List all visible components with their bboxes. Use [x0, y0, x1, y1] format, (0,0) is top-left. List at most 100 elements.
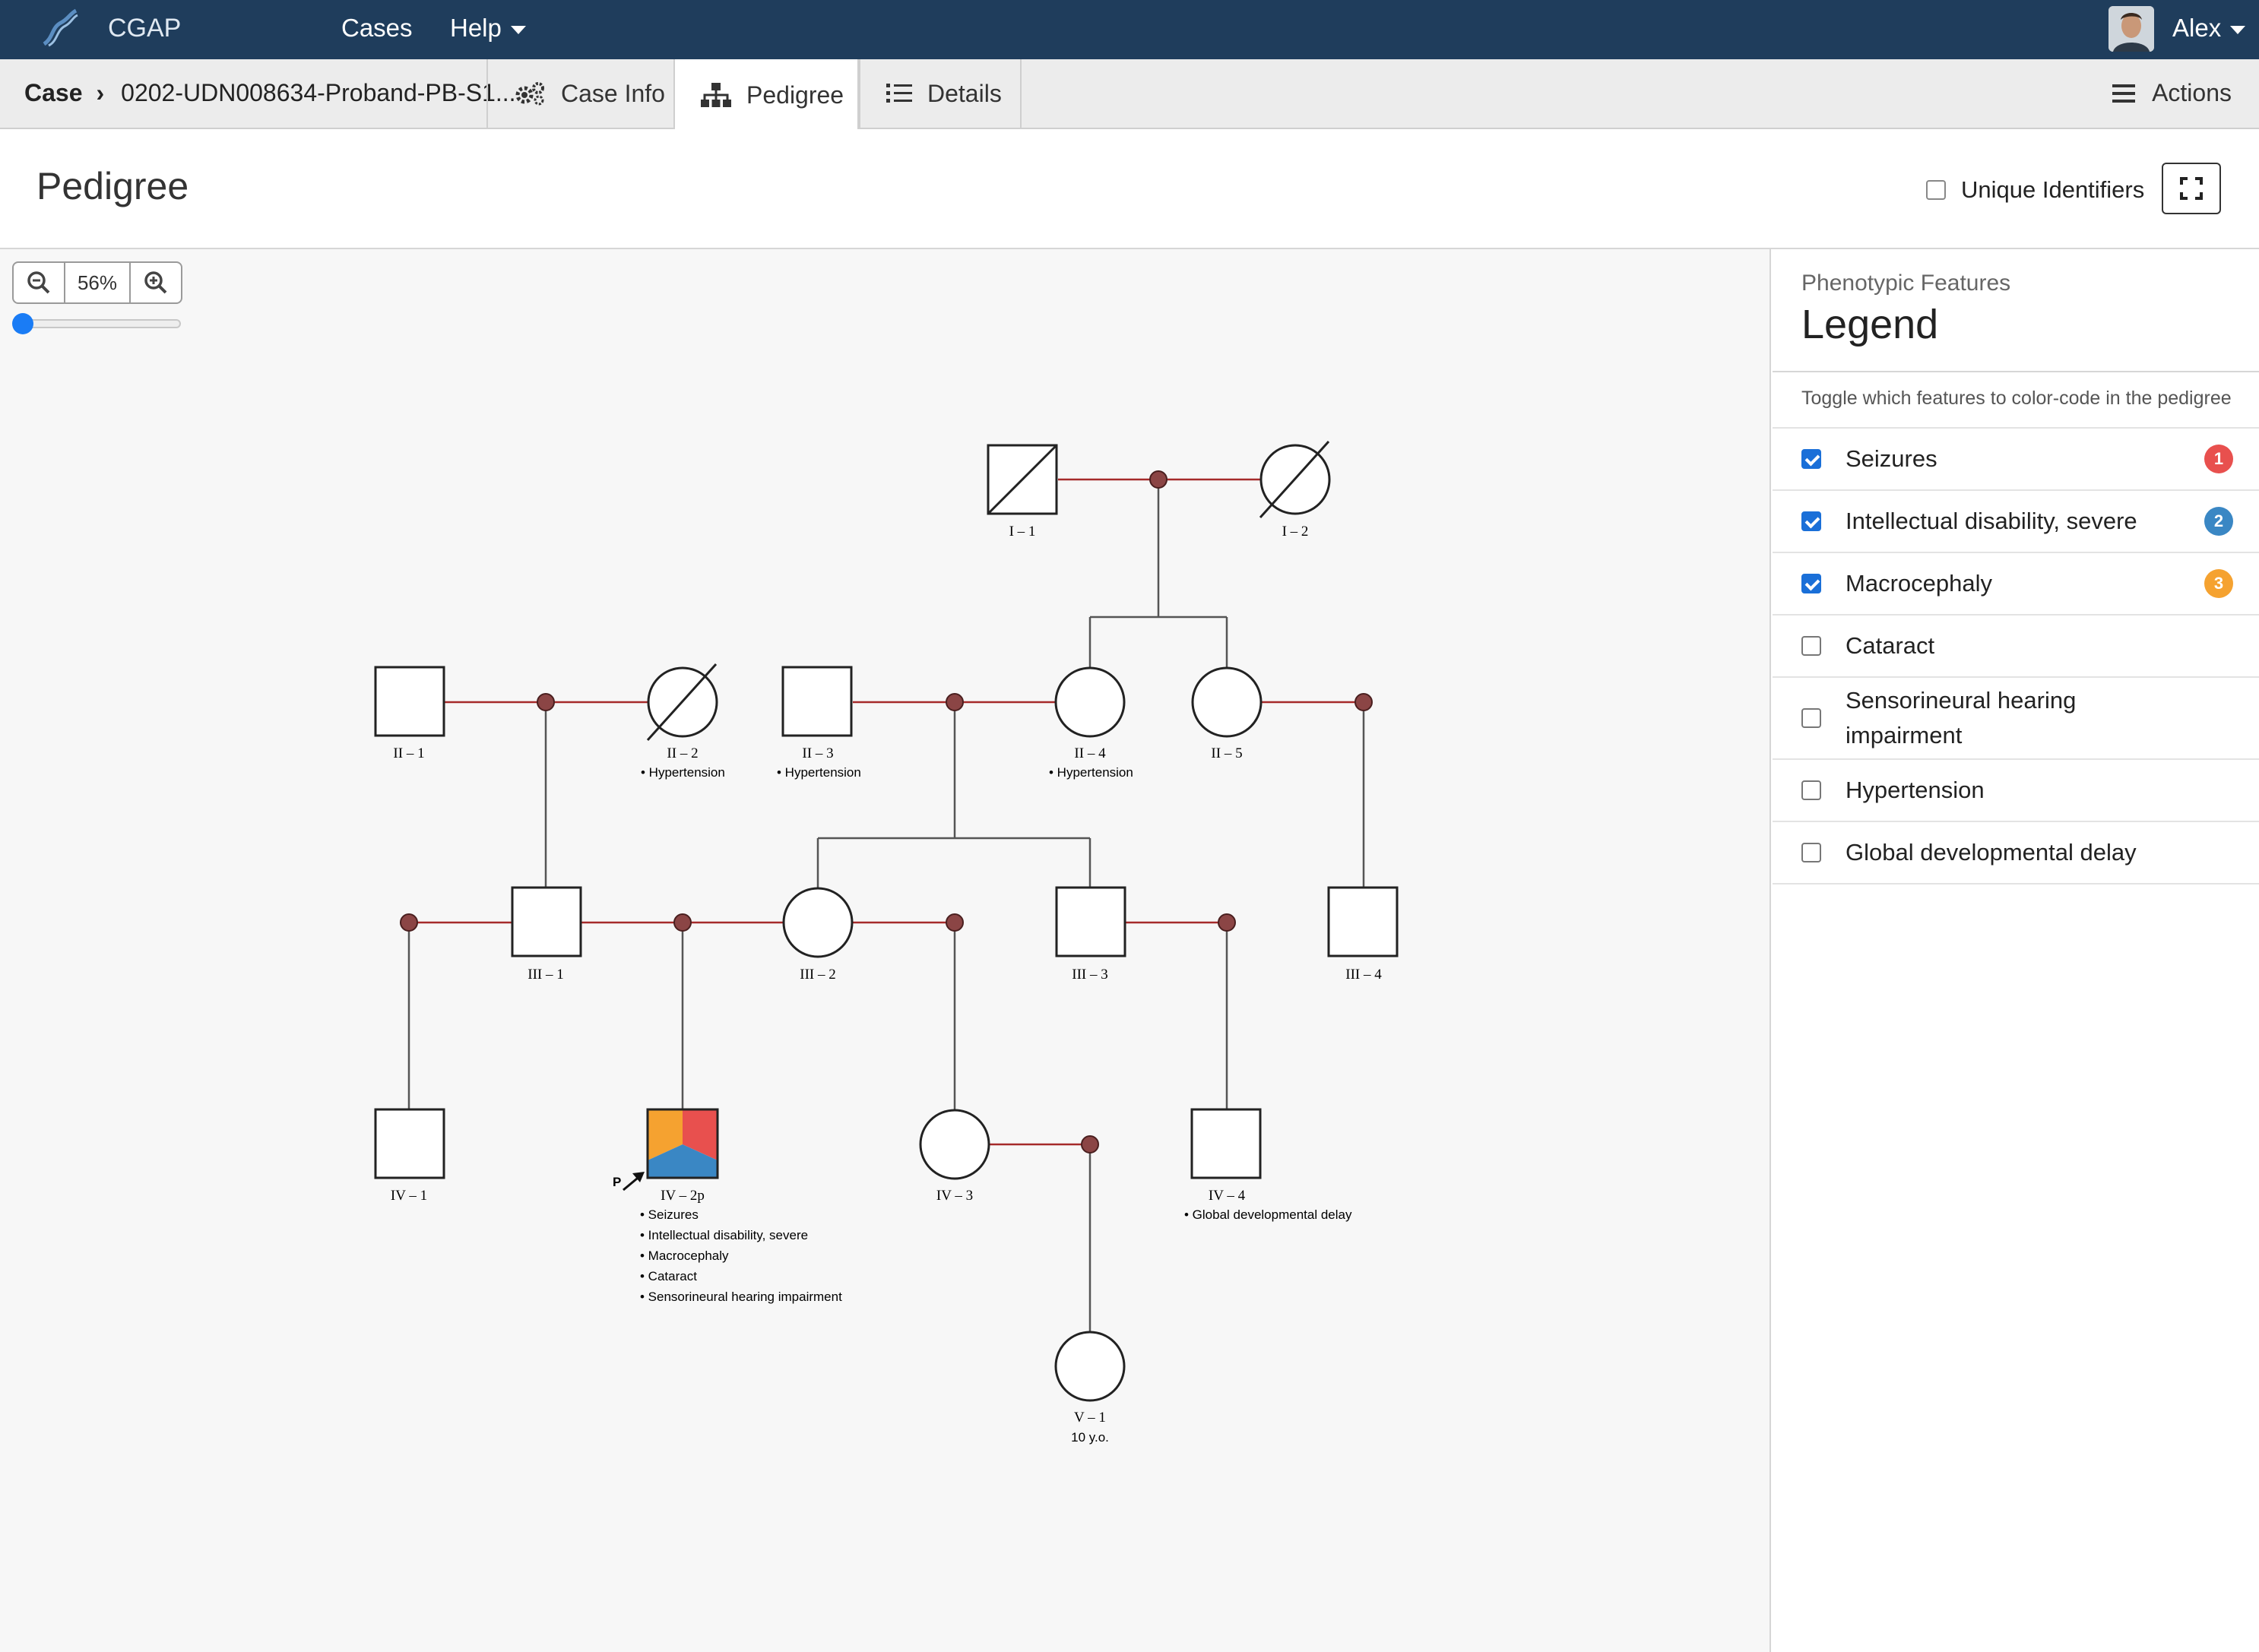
note-IV-2p-4: • Cataract	[640, 1269, 697, 1283]
page-title: Pedigree	[36, 165, 189, 207]
unique-identifiers-toggle[interactable]: Unique Identifiers	[1926, 176, 2144, 204]
brand-name[interactable]: CGAP	[108, 14, 181, 43]
individual-III-1[interactable]: III – 1	[511, 886, 582, 983]
proband-arrow-icon	[623, 1172, 645, 1192]
zoom-out-button[interactable]	[14, 263, 64, 302]
note-IV-2p-5: • Sensorineural hearing impairment	[640, 1290, 842, 1304]
user-name: Alex	[2172, 14, 2222, 42]
feature-badge: 3	[2204, 569, 2233, 598]
breadcrumb-root[interactable]: Case	[24, 79, 83, 106]
expand-icon	[2180, 177, 2203, 200]
feature-label: Cataract	[1846, 632, 1935, 659]
unique-identifiers-checkbox[interactable]	[1926, 180, 1946, 200]
feature-macrocephaly[interactable]: Macrocephaly 3	[1773, 553, 2259, 616]
list-icon	[886, 83, 912, 104]
avatar[interactable]	[2109, 6, 2154, 52]
zoom-slider[interactable]	[12, 313, 181, 334]
individual-III-4[interactable]: III – 4	[1327, 886, 1399, 983]
gears-icon	[514, 81, 546, 106]
feature-badge: 1	[2204, 445, 2233, 473]
feature-global-developmental-delay[interactable]: Global developmental delay	[1773, 822, 2259, 885]
individual-I-1[interactable]: I – 1	[987, 444, 1058, 540]
pedigree-canvas[interactable]: I – 1 I – 2 II – 1 II – 2 • Hypertension…	[0, 249, 1771, 1652]
legend-description: Toggle which features to color-code in t…	[1801, 388, 2232, 409]
tab-pedigree[interactable]: Pedigree	[673, 59, 859, 131]
user-menu[interactable]: Alex	[2172, 14, 2246, 43]
individual-IV-2p-proband[interactable]: P IV – 2p • Seizures • Intellectual disa…	[613, 1108, 842, 1304]
hamburger-icon	[2112, 84, 2136, 103]
individual-II-1[interactable]: II – 1	[374, 666, 445, 761]
feature-cataract[interactable]: Cataract	[1773, 616, 2259, 678]
feature-seizures[interactable]: Seizures 1	[1773, 429, 2259, 491]
individual-III-3[interactable]: III – 3	[1055, 886, 1126, 983]
tab-details-label: Details	[927, 79, 1002, 107]
individual-II-5[interactable]: II – 5	[1191, 666, 1263, 761]
breadcrumb: Case › 0202-UDN008634-Proband-PB-S1...	[24, 79, 516, 107]
cgap-logo-icon[interactable]	[38, 8, 81, 50]
tab-case-info-label: Case Info	[561, 79, 665, 107]
user-photo-icon	[2109, 6, 2154, 52]
label-IV-1: IV – 1	[391, 1188, 427, 1204]
label-I-2: I – 2	[1282, 524, 1309, 540]
zoom-level: 56%	[64, 263, 131, 302]
label-III-4: III – 4	[1345, 967, 1382, 983]
nav-help[interactable]: Help	[450, 14, 526, 43]
feature-checkbox[interactable]	[1801, 511, 1821, 531]
note-II-3: • Hypertension	[777, 765, 861, 780]
zoom-in-icon	[144, 271, 167, 294]
feature-label: Macrocephaly	[1846, 570, 1992, 597]
nav-cases[interactable]: Cases	[341, 14, 413, 43]
breadcrumb-case-id[interactable]: 0202-UDN008634-Proband-PB-S1...	[121, 79, 515, 106]
individual-IV-4[interactable]: IV – 4 • Global developmental delay	[1184, 1108, 1352, 1222]
feature-list: Seizures 1 Intellectual disability, seve…	[1773, 427, 2259, 885]
caret-down-icon	[2230, 25, 2246, 34]
relationship-lines	[409, 478, 1364, 1146]
feature-intellectual-disability[interactable]: Intellectual disability, severe 2	[1773, 491, 2259, 553]
label-II-5: II – 5	[1211, 745, 1242, 761]
feature-checkbox[interactable]	[1801, 636, 1821, 656]
legend-subtitle: Phenotypic Features	[1801, 271, 2011, 296]
case-tab-bar: Case › 0202-UDN008634-Proband-PB-S1... Cas…	[0, 59, 2259, 131]
label-I-1: I – 1	[1009, 524, 1036, 540]
individual-II-2[interactable]: II – 2 • Hypertension	[641, 663, 725, 780]
pedigree-chart[interactable]: I – 1 I – 2 II – 1 II – 2 • Hypertension…	[0, 249, 1771, 1652]
zoom-slider-thumb[interactable]	[12, 313, 33, 334]
actions-menu[interactable]: Actions	[2112, 79, 2232, 107]
feature-checkbox[interactable]	[1801, 780, 1821, 800]
label-II-4: II – 4	[1074, 745, 1106, 761]
label-V-1: V – 1	[1074, 1410, 1106, 1426]
note-IV-2p-2: • Intellectual disability, severe	[640, 1228, 808, 1242]
label-IV-4: IV – 4	[1209, 1188, 1246, 1204]
tab-case-info[interactable]: Case Info	[486, 59, 675, 128]
individual-V-1[interactable]: V – 1 10 y.o.	[1054, 1331, 1126, 1445]
label-III-3: III – 3	[1072, 967, 1107, 983]
feature-checkbox[interactable]	[1801, 574, 1821, 593]
individual-I-2[interactable]: I – 2	[1259, 440, 1331, 540]
individual-III-2[interactable]: III – 2	[782, 887, 854, 983]
note-IV-2p-1: • Seizures	[640, 1207, 699, 1222]
feature-checkbox[interactable]	[1801, 708, 1821, 728]
caret-down-icon	[510, 25, 526, 34]
zoom-controls: 56%	[12, 261, 182, 304]
individual-IV-3[interactable]: IV – 3	[919, 1109, 990, 1204]
fullscreen-button[interactable]	[2162, 163, 2221, 214]
zoom-in-button[interactable]	[131, 263, 181, 302]
divider	[1773, 371, 2259, 372]
tab-details[interactable]: Details	[859, 59, 1022, 128]
feature-label: Seizures	[1846, 445, 1937, 472]
feature-checkbox[interactable]	[1801, 843, 1821, 862]
label-II-2: II – 2	[667, 745, 698, 761]
feature-hypertension[interactable]: Hypertension	[1773, 760, 2259, 822]
individual-II-4[interactable]: II – 4 • Hypertension	[1049, 666, 1133, 780]
individual-II-3[interactable]: II – 3 • Hypertension	[777, 666, 861, 780]
note-II-4: • Hypertension	[1049, 765, 1133, 780]
note-IV-2p-3: • Macrocephaly	[640, 1248, 729, 1263]
top-navbar: CGAP Cases Help Alex	[0, 0, 2259, 59]
individual-IV-1[interactable]: IV – 1	[374, 1108, 445, 1204]
note-II-2: • Hypertension	[641, 765, 725, 780]
label-IV-3: IV – 3	[936, 1188, 973, 1204]
note-V-1-age: 10 y.o.	[1071, 1430, 1109, 1445]
feature-checkbox[interactable]	[1801, 449, 1821, 469]
feature-hearing-impairment[interactable]: Sensorineural hearing impairment	[1773, 678, 2259, 760]
nav-help-label: Help	[450, 14, 502, 42]
